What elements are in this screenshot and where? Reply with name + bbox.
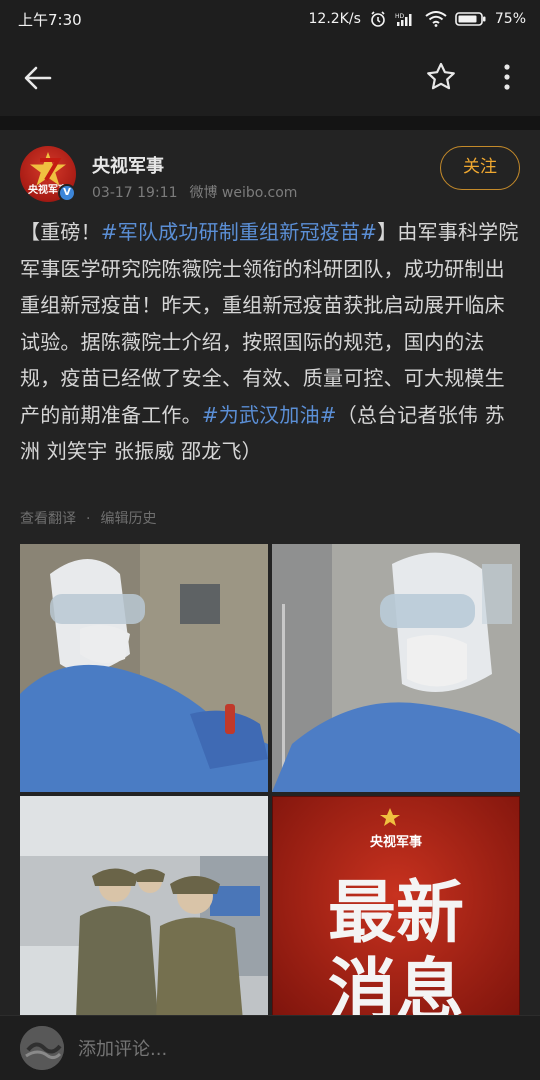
back-arrow-icon[interactable] [20, 60, 56, 96]
network-speed: 12.2K/s [308, 11, 361, 27]
battery-icon [455, 11, 487, 27]
post-image-3[interactable] [20, 796, 268, 1044]
signal-icon: HD [395, 11, 417, 27]
section-divider [0, 116, 540, 130]
post-source: 微博 weibo.com [189, 185, 298, 201]
post-image-1[interactable] [20, 544, 268, 792]
user-avatar[interactable] [20, 1026, 64, 1070]
star-icon[interactable] [424, 60, 458, 94]
verified-badge-icon: V [58, 184, 76, 202]
post-image-4[interactable]: 央视军事 最新 消息 [272, 796, 520, 1044]
author-avatar[interactable]: 央视军事 V [20, 146, 76, 202]
action-separator: · [86, 511, 91, 527]
follow-button[interactable]: 关注 [440, 146, 520, 190]
post-text: 【重磅！#军队成功研制重组新冠疫苗#】由军事科学院军事医学研究院陈薇院士领衔的科… [20, 214, 520, 470]
top-navigation-bar [0, 38, 540, 116]
translate-link[interactable]: 查看翻译 [20, 511, 76, 527]
news-logo-text: 央视军事 [370, 834, 422, 850]
comment-input[interactable] [78, 1034, 458, 1064]
status-bar: 上午7:30 12.2K/s HD 75% [0, 0, 540, 38]
post-image-2[interactable] [272, 544, 520, 792]
post-actions: 查看翻译 · 编辑历史 [20, 508, 156, 528]
news-title-line1: 最新 [328, 874, 464, 953]
post-text-intro: 【重磅！ [20, 220, 101, 244]
status-time: 上午7:30 [18, 10, 82, 29]
wifi-icon [425, 11, 447, 27]
hashtag-link[interactable]: #军队成功研制重组新冠疫苗# [101, 220, 377, 244]
post-meta: 03-17 19:11 微博 weibo.com [92, 182, 297, 202]
weibo-post-card: 央视军事 V 央视军事 03-17 19:11 微博 weibo.com 关注 【… [0, 130, 540, 1044]
status-indicators: 12.2K/s HD 75% [309, 10, 527, 28]
hashtag-link[interactable]: #为武汉加油# [202, 403, 337, 427]
comment-bar [0, 1015, 540, 1080]
author-name[interactable]: 央视军事 [92, 152, 164, 178]
alarm-icon [369, 10, 387, 28]
edit-history-link[interactable]: 编辑历史 [100, 511, 156, 527]
post-text-main: 】由军事科学院军事医学研究院陈薇院士领衔的科研团队，成功研制出重组新冠疫苗！昨天… [20, 220, 519, 427]
post-date: 03-17 19:11 [92, 185, 178, 201]
more-vertical-icon[interactable] [492, 60, 522, 94]
svg-text:HD: HD [395, 13, 405, 20]
battery-level: 75% [494, 11, 526, 27]
